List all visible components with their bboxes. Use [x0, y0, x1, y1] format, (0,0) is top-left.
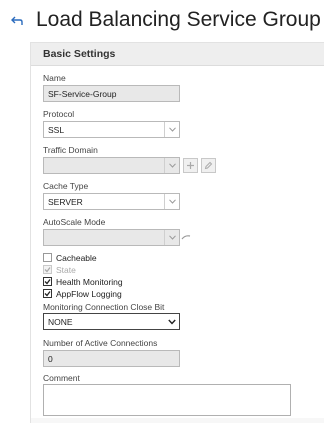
cache-type-label: Cache Type [43, 181, 89, 191]
monitoring-close-bit-value: NONE [48, 317, 73, 327]
active-connections-field: 0 [43, 350, 180, 367]
appflow-logging-checkbox[interactable] [43, 289, 52, 298]
panel-body: Name SF-Service-Group Protocol SSL Traff… [31, 66, 324, 418]
protocol-value: SSL [48, 125, 65, 135]
cacheable-label: Cacheable [56, 252, 97, 263]
cacheable-checkbox-row[interactable]: Cacheable [43, 252, 97, 263]
name-field[interactable]: SF-Service-Group [43, 85, 180, 102]
chevron-down-icon [164, 194, 179, 209]
pencil-icon [204, 161, 213, 170]
chevron-down-icon [165, 314, 179, 329]
chevron-down-icon [164, 230, 179, 245]
autoscale-mode-select[interactable] [43, 229, 180, 246]
protocol-select[interactable]: SSL [43, 121, 180, 138]
health-monitoring-label: Health Monitoring [56, 276, 123, 287]
left-gutter [0, 42, 26, 423]
autoscale-mode-label: AutoScale Mode [43, 217, 106, 227]
basic-settings-panel: Basic Settings Name SF-Service-Group Pro… [30, 42, 324, 423]
cacheable-checkbox[interactable] [43, 253, 52, 262]
state-checkbox [43, 265, 52, 274]
chevron-down-icon [164, 158, 179, 173]
page-title: Load Balancing Service Group [36, 8, 321, 31]
panel-header-title: Basic Settings [43, 48, 116, 60]
panel-header: Basic Settings [31, 43, 324, 66]
monitoring-close-bit-select[interactable]: NONE [43, 313, 180, 330]
monitoring-close-bit-label: Monitoring Connection Close Bit [43, 302, 165, 312]
checkmark-icon [44, 291, 51, 297]
active-connections-label: Number of Active Connections [43, 338, 158, 348]
back-arrow-icon[interactable] [10, 14, 24, 28]
checkmark-icon [44, 279, 51, 285]
protocol-label: Protocol [43, 109, 75, 119]
checkmark-icon [44, 267, 51, 273]
spinner-icon [181, 230, 191, 240]
name-label: Name [43, 73, 66, 83]
cache-type-select[interactable]: SERVER [43, 193, 180, 210]
state-checkbox-row: State [43, 264, 76, 275]
appflow-logging-label: AppFlow Logging [56, 288, 122, 299]
traffic-domain-select[interactable] [43, 157, 180, 174]
chevron-down-icon [164, 122, 179, 137]
comment-label: Comment [43, 373, 80, 383]
add-traffic-domain-button[interactable] [183, 158, 198, 173]
plus-icon [186, 161, 195, 170]
page: Load Balancing Service Group Basic Setti… [0, 0, 324, 423]
health-monitoring-checkbox-row[interactable]: Health Monitoring [43, 276, 123, 287]
cache-type-value: SERVER [48, 197, 83, 207]
appflow-logging-checkbox-row[interactable]: AppFlow Logging [43, 288, 122, 299]
edit-traffic-domain-button[interactable] [201, 158, 216, 173]
health-monitoring-checkbox[interactable] [43, 277, 52, 286]
state-label: State [56, 264, 76, 275]
comment-textarea[interactable] [43, 384, 291, 416]
traffic-domain-label: Traffic Domain [43, 145, 98, 155]
